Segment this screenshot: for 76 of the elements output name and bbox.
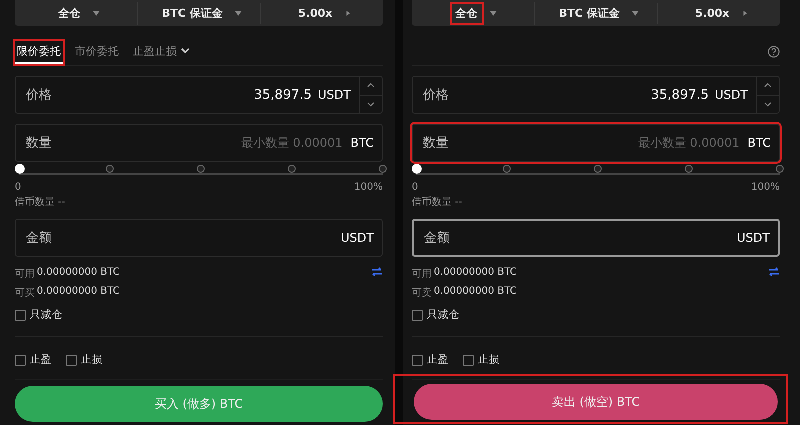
- balance-value: 0.00000000 BTC: [434, 267, 517, 280]
- borrow-amount-text: 借币数量 --: [412, 196, 464, 209]
- order-tab[interactable]: 止盈止损: [131, 40, 192, 64]
- field-placeholder: 最小数量 0.00001: [638, 134, 740, 152]
- slider-stop: [503, 165, 511, 173]
- caret-icon: [490, 10, 496, 16]
- settings-option[interactable]: 全仓: [450, 2, 484, 24]
- help-icon[interactable]: [768, 46, 780, 58]
- field-label: 金额: [423, 230, 451, 247]
- arrow-icon: [742, 10, 749, 16]
- arrow-icon: [344, 10, 352, 16]
- slider-stop: [685, 165, 693, 173]
- slider-min-label: 0: [15, 182, 22, 193]
- settings-option[interactable]: 5.00x: [292, 2, 339, 24]
- checkbox[interactable]: 止盈: [15, 353, 52, 367]
- chevron-down-icon: [181, 48, 190, 54]
- unit-label: USDT: [318, 88, 351, 102]
- input-field[interactable]: 价格 35,897.5 USDT: [15, 76, 383, 114]
- slider-stop: [594, 165, 602, 173]
- checkbox[interactable]: 止盈: [412, 353, 449, 367]
- caret-icon: [234, 10, 242, 16]
- balance-label: 可卖: [412, 286, 432, 300]
- settings-option[interactable]: 全仓: [52, 2, 86, 24]
- balance-value: 0.00000000 BTC: [37, 286, 120, 299]
- order-tab[interactable]: 市价委托: [73, 40, 121, 64]
- field-placeholder: 最小数量 0.00001: [241, 134, 343, 152]
- chevron-up-icon: [764, 83, 772, 88]
- field-value: 35,897.5: [254, 88, 312, 102]
- slider-stop: [776, 165, 784, 173]
- input-field[interactable]: 数量 最小数量 0.00001 BTC: [412, 124, 780, 162]
- unit-label: BTC: [748, 136, 771, 150]
- reduce-only-checkbox[interactable]: 只减仓: [15, 308, 383, 322]
- transfer-icon[interactable]: [371, 267, 383, 277]
- field-value: 35,897.5: [651, 88, 710, 102]
- chevron-up-icon: [367, 83, 375, 88]
- chevron-down-icon: [367, 102, 375, 107]
- input-field[interactable]: 金额 USDT: [412, 219, 780, 257]
- checkbox[interactable]: 止损: [66, 353, 103, 367]
- field-label: 价格: [422, 87, 450, 104]
- slider-max-label: 100%: [354, 182, 383, 193]
- order-tab[interactable]: 限价委托: [15, 40, 63, 64]
- slider-stop: [197, 165, 205, 173]
- input-field[interactable]: 价格 35,897.5 USDT: [412, 76, 780, 114]
- checkbox[interactable]: 止损: [463, 353, 500, 367]
- input-field[interactable]: 数量 最小数量 0.00001 BTC: [15, 124, 383, 162]
- balance-label: 可用: [412, 268, 432, 281]
- reduce-only-checkbox[interactable]: 只减仓: [412, 308, 780, 322]
- slider-thumb[interactable]: [412, 164, 422, 174]
- unit-label: USDT: [715, 88, 748, 102]
- slider-max-label: 100%: [751, 182, 780, 193]
- slider-thumb[interactable]: [15, 164, 25, 174]
- slider-stop: [379, 165, 387, 173]
- settings-option[interactable]: BTC 保证金: [156, 2, 229, 24]
- unit-label: BTC: [350, 136, 374, 150]
- input-field[interactable]: 金额 USDT: [15, 219, 383, 257]
- caret-icon: [92, 10, 100, 16]
- field-label: 数量: [25, 135, 53, 152]
- balance-value: 0.00000000 BTC: [434, 286, 517, 299]
- balance-label: 可用: [15, 268, 35, 281]
- sell-button[interactable]: 卖出 (做空) BTC: [414, 384, 778, 420]
- balance-label: 可买: [15, 287, 35, 300]
- field-label: 金额: [25, 230, 53, 247]
- field-label: 数量: [422, 135, 450, 152]
- settings-option[interactable]: 5.00x: [689, 2, 736, 24]
- slider-stop: [106, 165, 114, 173]
- transfer-icon[interactable]: [768, 267, 780, 277]
- borrow-amount-text: 借币数量 --: [15, 196, 66, 209]
- slider-stop: [288, 165, 296, 173]
- caret-icon: [632, 10, 639, 16]
- field-label: 价格: [25, 87, 53, 104]
- unit-label: USDT: [341, 231, 374, 245]
- unit-label: USDT: [737, 231, 770, 245]
- slider-min-label: 0: [412, 182, 418, 193]
- balance-value: 0.00000000 BTC: [37, 267, 120, 280]
- chevron-down-icon: [764, 102, 772, 107]
- settings-option[interactable]: BTC 保证金: [553, 2, 626, 24]
